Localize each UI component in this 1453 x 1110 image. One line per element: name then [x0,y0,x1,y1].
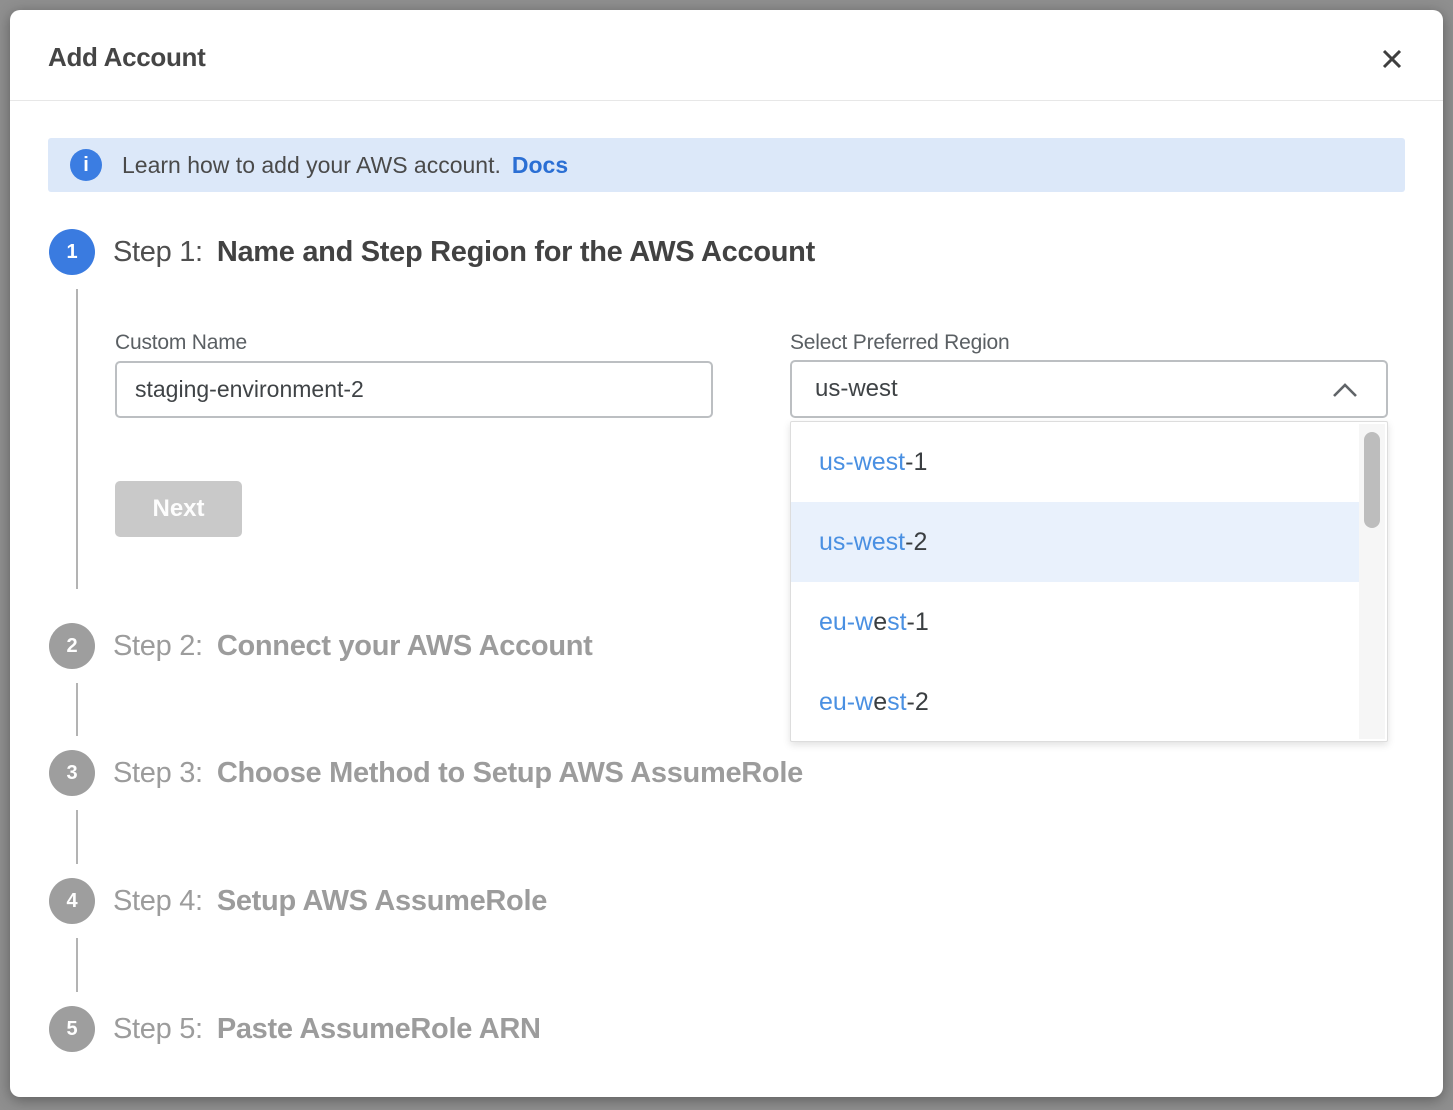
header-divider [10,100,1443,101]
step-connector-3 [76,810,78,864]
region-label: Select Preferred Region [790,331,1010,355]
option-text: -2 [907,688,929,717]
option-text: -1 [905,448,927,477]
next-button[interactable]: Next [115,481,242,537]
add-account-modal: Add Account i Learn how to add your AWS … [10,10,1443,1097]
info-banner: i Learn how to add your AWS account. Doc… [48,138,1405,192]
step-1-badge: 1 [49,229,95,275]
custom-name-label: Custom Name [115,331,247,355]
region-option[interactable]: us-west-2 [791,502,1359,582]
option-match-text: us-west [819,448,905,477]
close-icon[interactable] [1379,46,1405,72]
step-3-label: Step 3: [113,757,203,790]
option-match-text: st [887,608,906,637]
modal-title: Add Account [48,42,206,73]
region-select[interactable]: us-west [790,360,1388,418]
step-4-heading: Step 4: Setup AWS AssumeRole [113,878,547,924]
step-2-label: Step 2: [113,630,203,663]
step-5-title: Paste AssumeRole ARN [217,1013,541,1046]
docs-link[interactable]: Docs [512,152,568,179]
option-match-text: eu-w [819,608,873,637]
region-listbox: us-west-1us-west-2eu-west-1eu-west-2 [790,421,1388,742]
step-3-heading: Step 3: Choose Method to Setup AWS Assum… [113,750,803,796]
step-4-label: Step 4: [113,885,203,918]
scrollbar-track[interactable] [1359,424,1385,739]
step-3-title: Choose Method to Setup AWS AssumeRole [217,757,803,790]
option-text: -1 [907,608,929,637]
chevron-up-icon[interactable] [1332,383,1358,403]
step-connector-2 [76,683,78,736]
step-connector-1 [76,289,78,589]
info-icon: i [70,149,102,181]
step-1-heading: Step 1: Name and Step Region for the AWS… [113,229,815,275]
step-4-title: Setup AWS AssumeRole [217,885,547,918]
step-1-title: Name and Step Region for the AWS Account [217,236,815,269]
step-2-heading: Step 2: Connect your AWS Account [113,623,593,669]
option-text: -2 [905,528,927,557]
option-match-text: st [887,688,906,717]
step-2-title: Connect your AWS Account [217,630,593,663]
step-5-badge: 5 [49,1006,95,1052]
scrollbar-thumb[interactable] [1364,432,1380,528]
step-4-badge: 4 [49,878,95,924]
step-2-badge: 2 [49,623,95,669]
option-match-text: eu-w [819,688,873,717]
step-5-label: Step 5: [113,1013,203,1046]
region-option[interactable]: eu-west-1 [791,582,1359,662]
step-5-heading: Step 5: Paste AssumeRole ARN [113,1006,541,1052]
option-match-text: us-west [819,528,905,557]
region-option[interactable]: us-west-1 [791,422,1359,502]
custom-name-input[interactable] [115,361,713,418]
option-text: e [873,608,887,637]
option-text: e [873,688,887,717]
step-connector-4 [76,938,78,992]
banner-text: Learn how to add your AWS account. [122,152,501,179]
step-1-label: Step 1: [113,236,203,269]
region-select-value: us-west [815,375,898,403]
region-option[interactable]: eu-west-2 [791,662,1359,742]
step-3-badge: 3 [49,750,95,796]
